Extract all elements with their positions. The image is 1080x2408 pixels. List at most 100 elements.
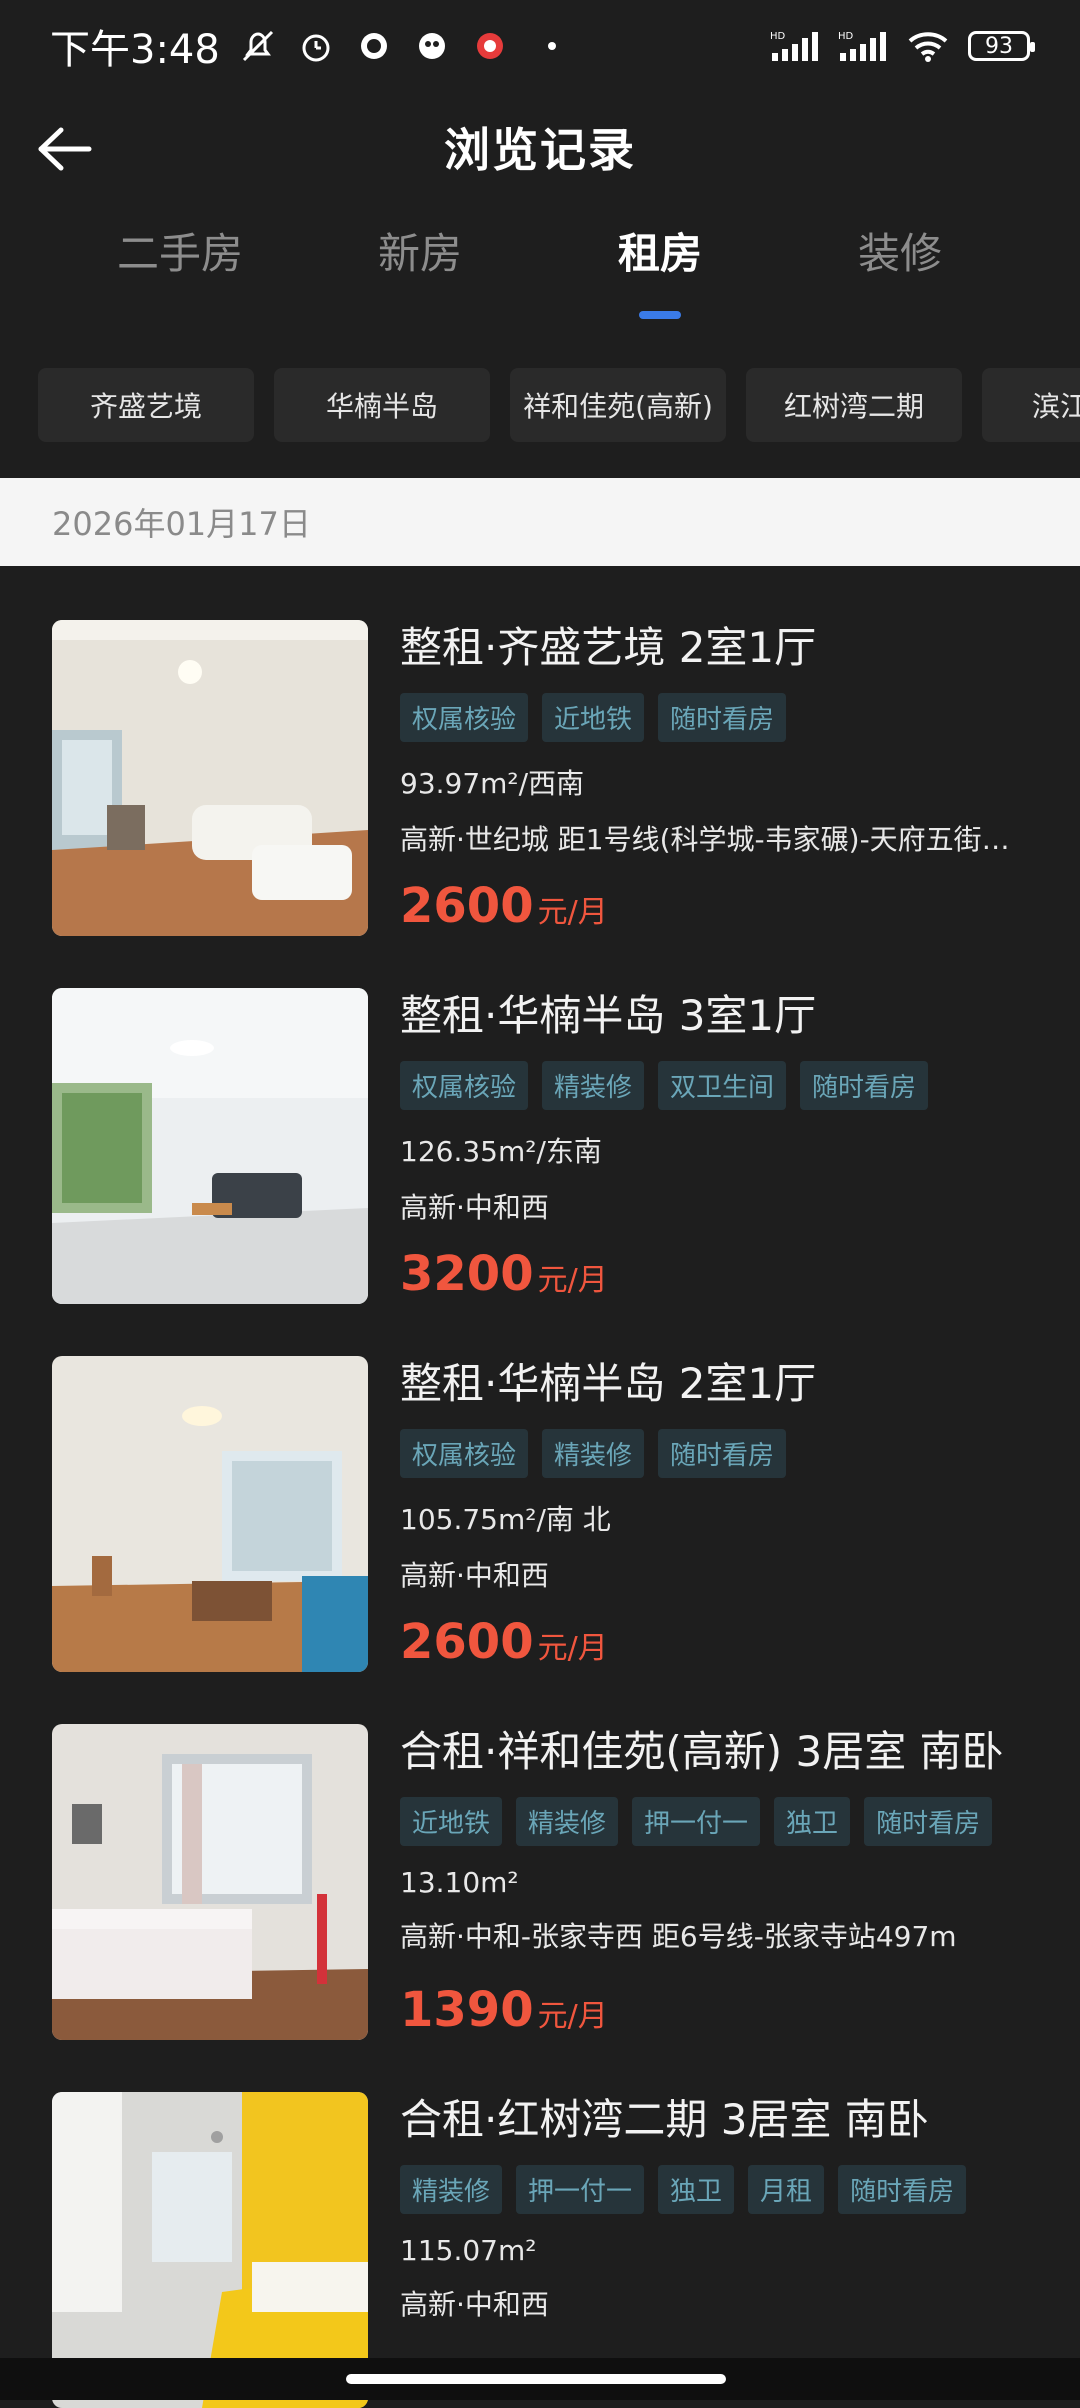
chip-community[interactable]: 滨江 xyxy=(982,368,1080,442)
listing-location: 高新·中和西 xyxy=(400,1559,549,1592)
listing-tag: 独卫 xyxy=(774,1797,851,1846)
price-unit: 元/月 xyxy=(537,895,608,930)
tab-rentals[interactable]: 租房 xyxy=(540,220,780,340)
listing-tag: 近地铁 xyxy=(542,693,645,742)
listing-area: 105.75m²/南 北 xyxy=(400,1503,611,1536)
listing-item[interactable]: 合租·祥和佳苑(高新) 3居室 南卧 近地铁 精装修 押一付一 独卫 随时看房 … xyxy=(0,1670,1080,2040)
listing-tag: 随时看房 xyxy=(658,693,787,742)
listing-tags: 权属核验 近地铁 随时看房 xyxy=(400,693,1040,742)
status-bar: 下午3:48 HD HD 93 xyxy=(0,0,1080,92)
community-filter-chips: 齐盛艺境 华楠半岛 祥和佳苑(高新) 红树湾二期 滨江 xyxy=(38,368,1080,444)
listing-tags: 权属核验 精装修 双卫生间 随时看房 xyxy=(400,1061,1040,1110)
tab-renovation[interactable]: 装修 xyxy=(780,220,1020,340)
listing-tag: 独卫 xyxy=(658,2165,735,2214)
battery-level: 93 xyxy=(985,33,1013,59)
listing-info: 合租·红树湾二期 3居室 南卧 精装修 押一付一 独卫 月租 随时看房 115.… xyxy=(400,2086,1040,2323)
back-button[interactable] xyxy=(30,114,100,184)
listing-tag: 随时看房 xyxy=(658,1429,787,1478)
listing-tags: 精装修 押一付一 独卫 月租 随时看房 xyxy=(400,2165,1040,2214)
listing-area: 126.35m²/东南 xyxy=(400,1135,602,1168)
date-header: 2026年01月17日 xyxy=(0,478,1080,566)
tab-indicator xyxy=(399,311,441,319)
battery-icon: 93 xyxy=(968,31,1035,61)
listing-tag: 精装修 xyxy=(516,1797,619,1846)
price-unit: 元/月 xyxy=(537,1263,608,1298)
listing-price: 3200 元/月 xyxy=(400,1246,608,1302)
listing-location: 高新·中和西 xyxy=(400,2288,549,2321)
listing-price: 1390 元/月 xyxy=(400,1982,608,2038)
price-unit: 元/月 xyxy=(537,1631,608,1666)
tab-indicator xyxy=(159,311,201,319)
chip-community[interactable]: 红树湾二期 xyxy=(746,368,962,442)
listing-tag: 押一付一 xyxy=(516,2165,645,2214)
listing-price: 2600 元/月 xyxy=(400,878,608,934)
mute-icon xyxy=(242,30,273,62)
chip-community[interactable]: 齐盛艺境 xyxy=(38,368,254,442)
listing-area: 115.07m² xyxy=(400,2234,537,2267)
chip-community[interactable]: 祥和佳苑(高新) xyxy=(510,368,726,442)
tab-active-indicator xyxy=(639,311,681,319)
app-notification-icon xyxy=(360,33,387,59)
chip-community[interactable]: 华楠半岛 xyxy=(274,368,490,442)
price-value: 2600 xyxy=(400,878,534,934)
svg-text:HD: HD xyxy=(770,31,786,42)
alarm-icon xyxy=(302,34,330,62)
listing-tag: 精装修 xyxy=(542,1429,645,1478)
wifi-icon xyxy=(908,32,948,62)
signal-hd-icon: HD xyxy=(770,31,818,61)
app-notification-icon xyxy=(418,33,445,59)
tab-label: 新房 xyxy=(377,229,462,278)
price-value: 3200 xyxy=(400,1246,534,1302)
category-tabs: 二手房 新房 租房 装修 xyxy=(0,220,1080,340)
price-value: 1390 xyxy=(400,1982,534,2038)
signal-hd-icon: HD xyxy=(838,31,886,61)
listing-tag: 押一付一 xyxy=(632,1797,761,1846)
arrow-left-icon xyxy=(38,127,92,171)
listing-info: 整租·华楠半岛 2室1厅 权属核验 精装修 随时看房 105.75m²/南 北 … xyxy=(400,1350,1040,1594)
listing-photo xyxy=(52,1724,368,2040)
price-unit: 元/月 xyxy=(537,1999,608,2034)
listing-title: 整租·齐盛艺境 2室1厅 xyxy=(400,623,817,672)
listing-location: 高新·中和-张家寺西 距6号线-张家寺站497m xyxy=(400,1920,957,1953)
listing-area: 13.10m² xyxy=(400,1866,519,1899)
page-title: 浏览记录 xyxy=(444,123,636,177)
listing-item[interactable]: 整租·华楠半岛 3室1厅 权属核验 精装修 双卫生间 随时看房 126.35m²… xyxy=(0,934,1080,1304)
app-notification-icon xyxy=(476,33,503,59)
tab-label: 二手房 xyxy=(116,229,243,278)
listing-item[interactable]: 整租·齐盛艺境 2室1厅 权属核验 近地铁 随时看房 93.97m²/西南 高新… xyxy=(0,566,1080,936)
listing-tag: 精装修 xyxy=(542,1061,645,1110)
listing-area: 93.97m²/西南 xyxy=(400,767,585,800)
tab-label: 装修 xyxy=(857,229,942,278)
listing-photo xyxy=(52,988,368,1304)
status-time: 下午3:48 xyxy=(50,27,220,73)
notification-dot-icon xyxy=(547,42,556,50)
header: 浏览记录 xyxy=(0,92,1080,202)
listing-info: 合租·祥和佳苑(高新) 3居室 南卧 近地铁 精装修 押一付一 独卫 随时看房 … xyxy=(400,1718,1040,1955)
listing-tag: 随时看房 xyxy=(838,2165,967,2214)
listing-title: 整租·华楠半岛 2室1厅 xyxy=(400,1359,817,1408)
listing-tag: 随时看房 xyxy=(800,1061,929,1110)
listing-photo xyxy=(52,620,368,936)
listing-location: 高新·世纪城 距1号线(科学城-韦家碾)-天府五街… xyxy=(400,823,1010,856)
listing-title: 整租·华楠半岛 3室1厅 xyxy=(400,991,817,1040)
svg-text:HD: HD xyxy=(838,31,854,42)
listing-tag: 双卫生间 xyxy=(658,1061,787,1110)
listing-title: 合租·祥和佳苑(高新) 3居室 南卧 xyxy=(400,1727,1004,1776)
listing-price: 2600 元/月 xyxy=(400,1614,608,1670)
listing-tag: 权属核验 xyxy=(400,693,529,742)
listing-tag: 权属核验 xyxy=(400,1061,529,1110)
listing-info: 整租·华楠半岛 3室1厅 权属核验 精装修 双卫生间 随时看房 126.35m²… xyxy=(400,982,1040,1226)
home-indicator[interactable] xyxy=(346,2374,726,2384)
listing-tag: 精装修 xyxy=(400,2165,503,2214)
listing-item[interactable]: 合租·红树湾二期 3居室 南卧 精装修 押一付一 独卫 月租 随时看房 115.… xyxy=(0,2038,1080,2408)
tab-second-hand[interactable]: 二手房 xyxy=(60,220,300,340)
listing-tags: 权属核验 精装修 随时看房 xyxy=(400,1429,1040,1478)
listing-list: 整租·齐盛艺境 2室1厅 权属核验 近地铁 随时看房 93.97m²/西南 高新… xyxy=(0,566,1080,2408)
tab-new-homes[interactable]: 新房 xyxy=(300,220,540,340)
listing-location: 高新·中和西 xyxy=(400,1191,549,1224)
listing-photo xyxy=(52,1356,368,1672)
listing-tags: 近地铁 精装修 押一付一 独卫 随时看房 xyxy=(400,1797,1040,1846)
listing-item[interactable]: 整租·华楠半岛 2室1厅 权属核验 精装修 随时看房 105.75m²/南 北 … xyxy=(0,1302,1080,1672)
listing-tag: 月租 xyxy=(748,2165,825,2214)
tab-indicator xyxy=(879,311,921,319)
